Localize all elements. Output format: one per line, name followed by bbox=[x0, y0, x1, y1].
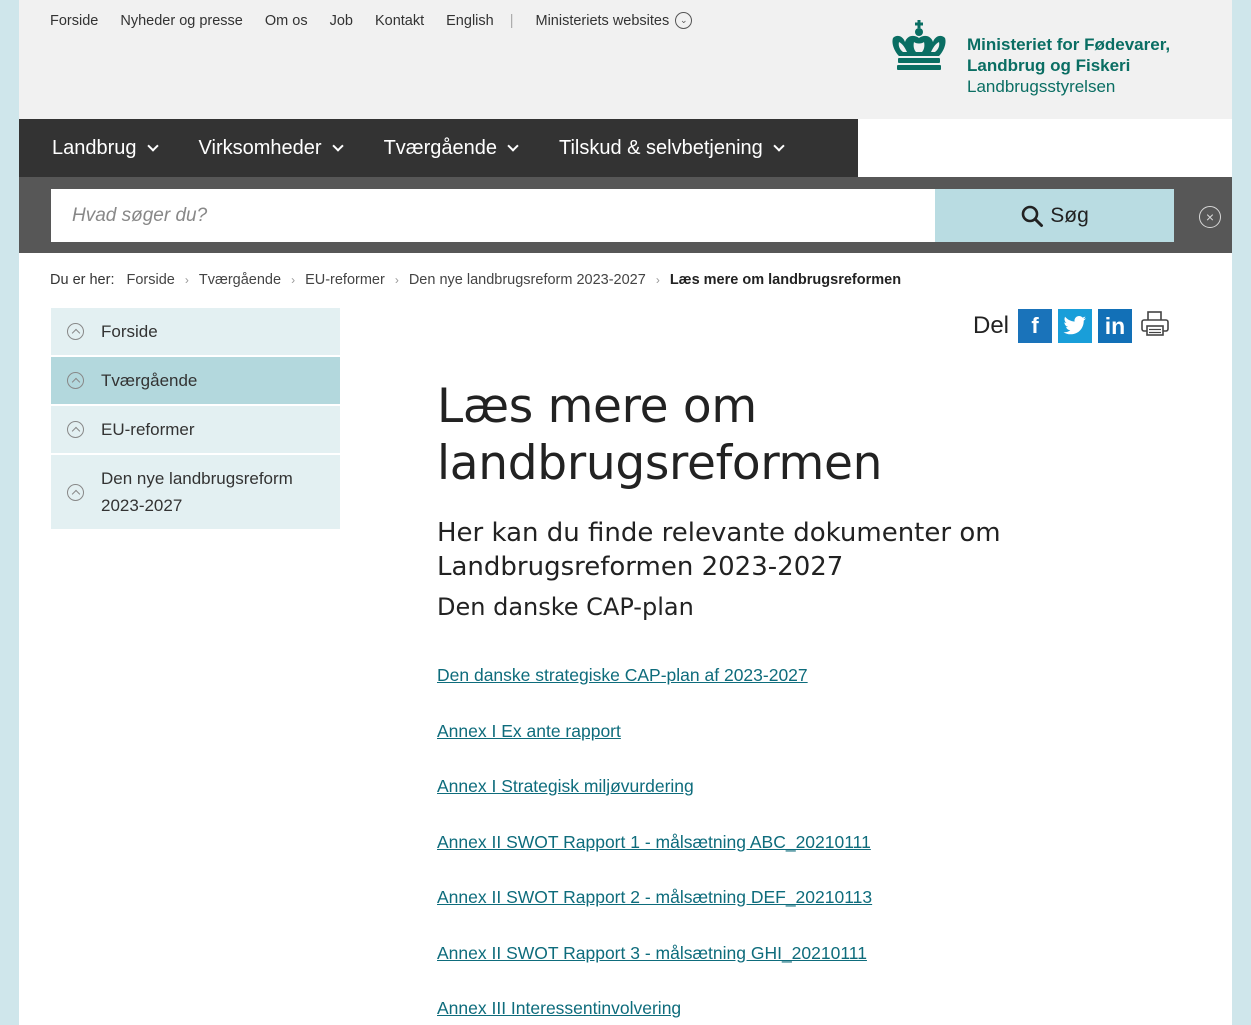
left-nav-label: Forside bbox=[101, 322, 158, 341]
left-nav-item-landbrugsreform[interactable]: Den nye landbrugsreform 2023-2027 bbox=[51, 455, 340, 531]
logo-text: Ministeriet for Fødevarer, Landbrug og F… bbox=[967, 34, 1170, 97]
main-nav-tvaergaaende[interactable]: Tværgående bbox=[383, 136, 519, 160]
breadcrumb-separator-icon: › bbox=[655, 273, 660, 287]
document-link-miljoevurdering[interactable]: Annex I Strategisk miljøvurdering bbox=[437, 775, 1157, 831]
main-nav-tilskud[interactable]: Tilskud & selvbetjening bbox=[558, 136, 785, 160]
chevron-down-icon bbox=[773, 139, 785, 152]
ministry-logo[interactable]: Ministeriet for Fødevarer, Landbrug og F… bbox=[889, 20, 1170, 97]
close-icon[interactable]: × bbox=[1199, 206, 1221, 228]
document-link-cap-plan[interactable]: Den danske strategiske CAP-plan af 2023-… bbox=[437, 664, 1157, 720]
share-bar: Del f in bbox=[973, 309, 1170, 343]
breadcrumb-link-eu-reformer[interactable]: EU-reformer bbox=[305, 272, 385, 288]
logo-line-3: Landbrugsstyrelsen bbox=[967, 77, 1116, 96]
logo-line-1: Ministeriet for Fødevarer, bbox=[967, 35, 1171, 54]
search-bar: Søg × bbox=[19, 177, 1232, 253]
main-nav: Landbrug Virksomheder Tværgående Tilskud… bbox=[19, 119, 858, 177]
chevron-up-icon bbox=[67, 372, 84, 389]
chevron-up-icon bbox=[67, 483, 84, 501]
document-link-swot-2[interactable]: Annex II SWOT Rapport 2 - målsætning DEF… bbox=[437, 886, 1157, 942]
main-nav-label: Tværgående bbox=[383, 136, 497, 159]
breadcrumb-separator-icon: › bbox=[184, 273, 189, 287]
utility-nav: Forside Nyheder og presse Om os Job Kont… bbox=[50, 12, 693, 29]
left-nav-item-forside[interactable]: Forside bbox=[51, 308, 340, 357]
left-nav: Forside Tværgående EU-reformer Den nye l… bbox=[51, 308, 340, 531]
main-nav-label: Virksomheder bbox=[198, 136, 322, 159]
breadcrumb: Du er her: Forside › Tværgående › EU-ref… bbox=[50, 272, 901, 288]
main-nav-landbrug[interactable]: Landbrug bbox=[52, 136, 159, 160]
left-nav-label: Tværgående bbox=[101, 371, 198, 390]
left-nav-label: Den nye landbrugsreform 2023-2027 bbox=[101, 469, 293, 515]
chevron-down-icon: ⌄ bbox=[675, 12, 693, 29]
page: Forside Nyheder og presse Om os Job Kont… bbox=[19, 0, 1232, 1025]
breadcrumb-link-landbrugsreform[interactable]: Den nye landbrugsreform 2023-2027 bbox=[409, 272, 646, 288]
breadcrumb-label: Du er her: bbox=[50, 272, 115, 288]
facebook-icon[interactable]: f bbox=[1018, 309, 1053, 343]
search-input[interactable] bbox=[51, 189, 935, 242]
top-header: Forside Nyheder og presse Om os Job Kont… bbox=[19, 0, 1232, 119]
breadcrumb-current: Læs mere om landbrugsreformen bbox=[669, 272, 902, 288]
crown-icon bbox=[892, 20, 946, 70]
twitter-icon[interactable] bbox=[1058, 309, 1093, 343]
left-nav-item-tvaergaaende[interactable]: Tværgående bbox=[51, 357, 340, 406]
breadcrumb-separator-icon: › bbox=[394, 273, 399, 287]
main-nav-virksomheder[interactable]: Virksomheder bbox=[198, 136, 344, 160]
util-divider: | bbox=[509, 12, 514, 29]
main-nav-label: Tilskud & selvbetjening bbox=[558, 136, 763, 159]
ministry-sites-toggle[interactable]: Ministeriets websites ⌄ bbox=[535, 12, 693, 29]
util-link-english[interactable]: English bbox=[446, 13, 494, 29]
chevron-down-icon bbox=[146, 139, 159, 152]
left-nav-item-eu-reformer[interactable]: EU-reformer bbox=[51, 406, 340, 455]
chevron-up-icon bbox=[67, 323, 84, 340]
chevron-down-icon bbox=[331, 139, 344, 152]
util-link-forside[interactable]: Forside bbox=[50, 13, 98, 29]
document-link-interessentinvolvering[interactable]: Annex III Interessentinvolvering bbox=[437, 997, 1157, 1025]
linkedin-icon[interactable]: in bbox=[1098, 309, 1133, 343]
logo-line-2: Landbrug og Fiskeri bbox=[967, 56, 1131, 75]
search-icon bbox=[1021, 205, 1044, 227]
chevron-down-icon bbox=[507, 139, 519, 152]
breadcrumb-separator-icon: › bbox=[291, 273, 296, 287]
document-link-ex-ante[interactable]: Annex I Ex ante rapport bbox=[437, 720, 1157, 776]
breadcrumb-link-forside[interactable]: Forside bbox=[126, 272, 174, 288]
ministry-sites-label: Ministeriets websites bbox=[535, 12, 670, 29]
page-title: Læs mere om landbrugsreformen bbox=[437, 379, 883, 491]
share-label: Del bbox=[973, 312, 1010, 339]
chevron-up-icon bbox=[67, 421, 84, 438]
document-link-swot-3[interactable]: Annex II SWOT Rapport 3 - målsætning GHI… bbox=[437, 942, 1157, 998]
main-content: Læs mere om landbrugsreformen Her kan du… bbox=[437, 378, 1157, 1025]
search-button-label: Søg bbox=[1050, 203, 1089, 227]
util-link-job[interactable]: Job bbox=[330, 13, 353, 29]
print-icon[interactable] bbox=[1140, 310, 1170, 343]
left-nav-label: EU-reformer bbox=[101, 420, 195, 439]
util-link-om-os[interactable]: Om os bbox=[265, 13, 308, 29]
main-nav-label: Landbrug bbox=[52, 136, 137, 159]
lead-text: Her kan du finde relevante dokumenter om… bbox=[437, 518, 1001, 582]
document-link-swot-1[interactable]: Annex II SWOT Rapport 1 - målsætning ABC… bbox=[437, 831, 1157, 887]
util-link-nyheder[interactable]: Nyheder og presse bbox=[120, 13, 243, 29]
section-heading: Den danske CAP-plan bbox=[437, 593, 694, 621]
search-button[interactable]: Søg bbox=[935, 189, 1174, 242]
document-links: Den danske strategiske CAP-plan af 2023-… bbox=[437, 664, 1157, 1025]
breadcrumb-link-tvaergaaende[interactable]: Tværgående bbox=[199, 272, 281, 288]
util-link-kontakt[interactable]: Kontakt bbox=[375, 13, 424, 29]
